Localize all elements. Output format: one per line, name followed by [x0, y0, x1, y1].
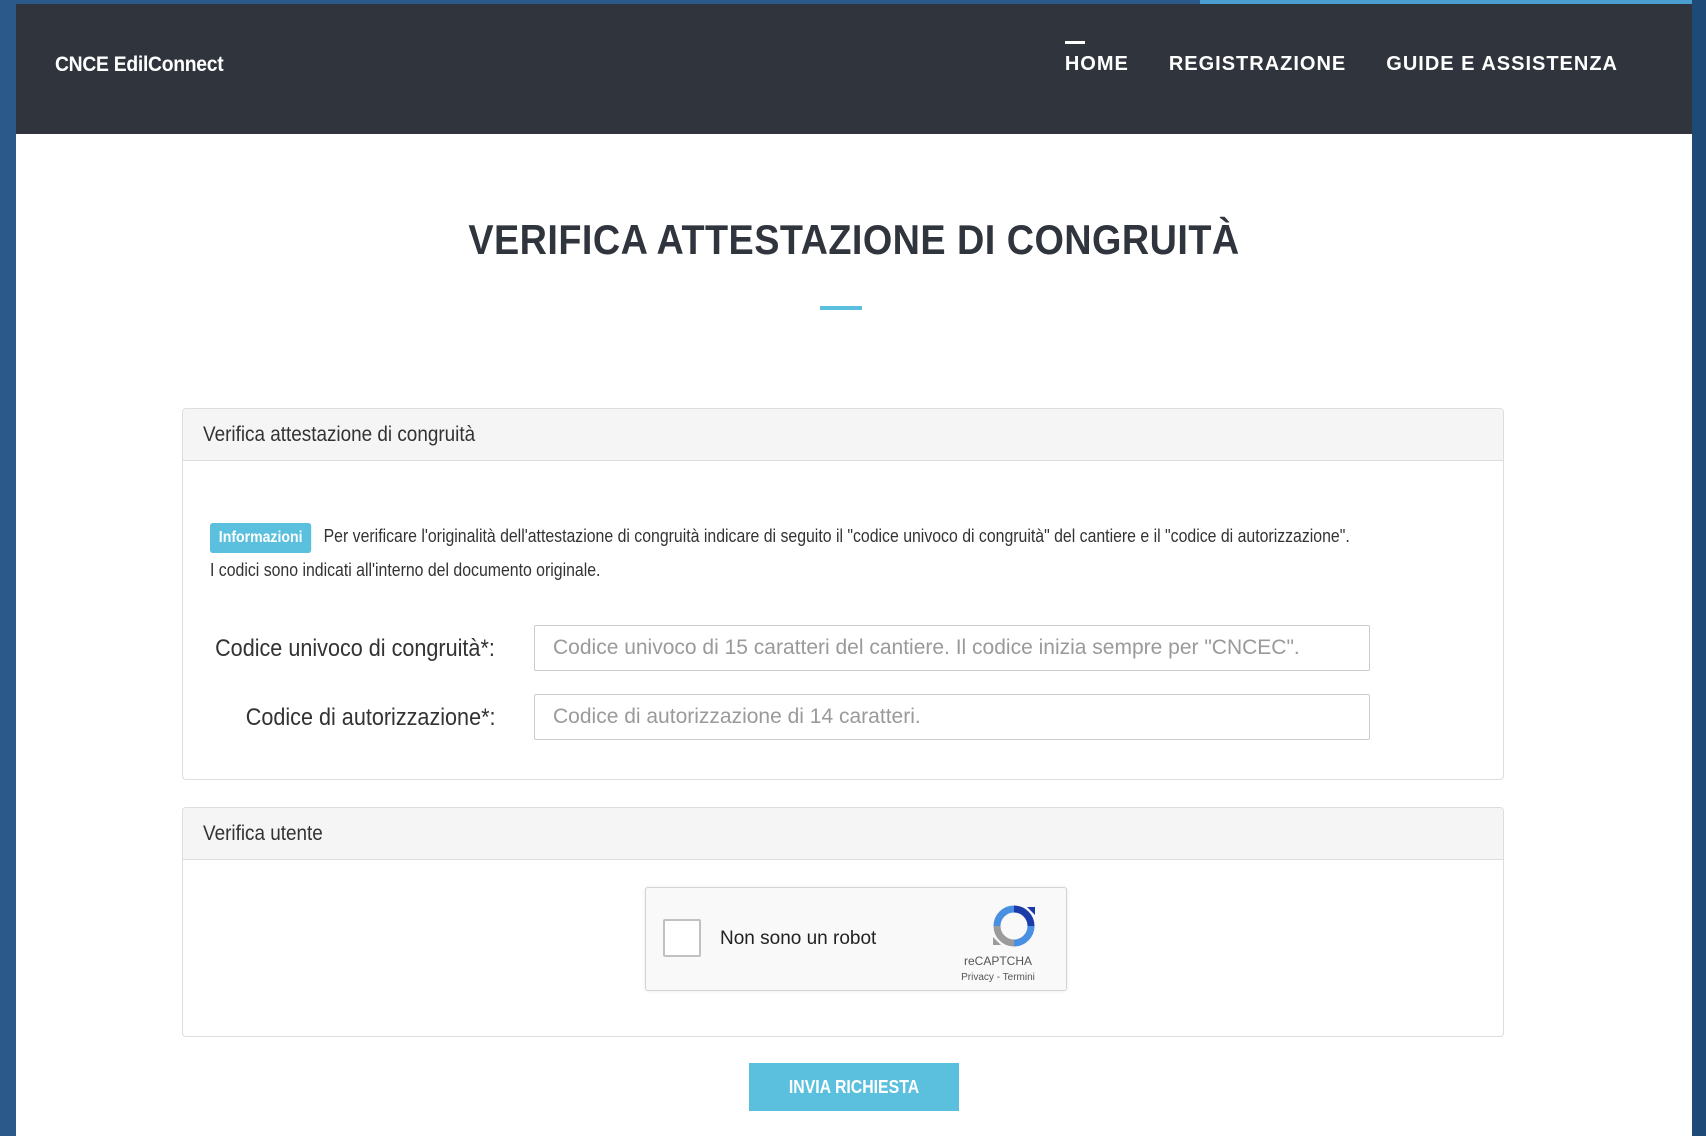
verify-attestation-panel: Verifica attestazione di congruità Infor…: [182, 408, 1504, 780]
brand-logo-text[interactable]: CNCE EdilConnect: [55, 53, 224, 77]
panel-heading: Verifica utente: [183, 808, 1503, 860]
codice-autorizzazione-label: Codice di autorizzazione*:: [245, 704, 495, 731]
form-row-codice-autorizzazione: Codice di autorizzazione*:: [183, 694, 1503, 742]
recaptcha-brand: reCAPTCHA: [963, 954, 1032, 968]
title-underline: [820, 306, 862, 310]
codice-univoco-input[interactable]: [534, 625, 1370, 671]
recaptcha-label: Non sono un robot: [720, 928, 877, 949]
recaptcha-icon: [993, 905, 1035, 947]
recaptcha-checkbox[interactable]: [663, 919, 701, 957]
codice-autorizzazione-input[interactable]: [534, 694, 1370, 740]
recaptcha-links[interactable]: Privacy - Termini: [942, 972, 1054, 983]
info-message: Informazioni Per verificare l'originalità…: [210, 519, 1500, 587]
nav-menu: HOME REGISTRAZIONE GUIDE E ASSISTENZA: [1064, 41, 1618, 76]
navbar: CNCE EdilConnect HOME REGISTRAZIONE GUID…: [16, 4, 1692, 134]
nav-item-guide-e-assistenza[interactable]: GUIDE E ASSISTENZA: [1386, 53, 1618, 76]
panel-heading-text: Verifica utente: [203, 822, 323, 845]
background-edge: [1692, 0, 1706, 1136]
submit-button-label: INVIA RICHIESTA: [788, 1076, 920, 1097]
form-row-codice-univoco: Codice univoco di congruità*:: [183, 625, 1503, 673]
page-title: VERIFICA ATTESTAZIONE DI CONGRUITÀ: [468, 216, 1240, 263]
panel-heading: Verifica attestazione di congruità: [183, 409, 1503, 461]
info-text-secondary: I codici sono indicati all'interno del d…: [210, 560, 601, 580]
info-badge: Informazioni: [210, 523, 312, 553]
nav-item-home[interactable]: HOME: [1064, 41, 1129, 76]
page: CNCE EdilConnect HOME REGISTRAZIONE GUID…: [16, 4, 1692, 1136]
panel-heading-text: Verifica attestazione di congruità: [203, 423, 476, 446]
submit-button[interactable]: INVIA RICHIESTA: [749, 1063, 959, 1111]
nav-item-registrazione[interactable]: REGISTRAZIONE: [1169, 53, 1346, 76]
verify-user-panel: Verifica utente Non sono un robot reCAPT…: [182, 807, 1504, 1037]
codice-univoco-label: Codice univoco di congruità*:: [215, 635, 495, 662]
info-text: Per verificare l'originalità dell'attest…: [323, 526, 1350, 546]
recaptcha-widget: Non sono un robot reCAPTCHA Privacy - Te…: [645, 887, 1067, 991]
